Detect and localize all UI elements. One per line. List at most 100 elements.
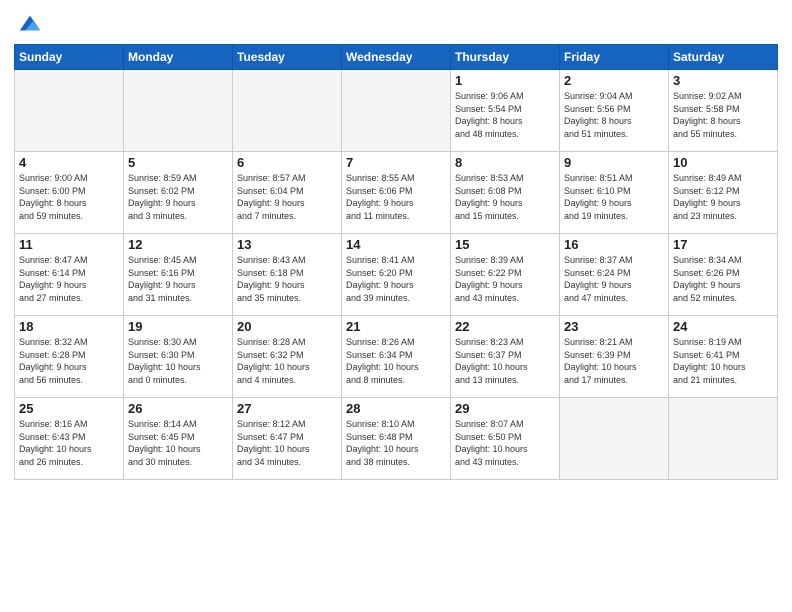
day-info: Sunrise: 8:34 AM Sunset: 6:26 PM Dayligh…	[673, 254, 773, 304]
day-number: 22	[455, 319, 555, 334]
header-row: SundayMondayTuesdayWednesdayThursdayFrid…	[15, 45, 778, 70]
day-cell: 19 Sunrise: 8:30 AM Sunset: 6:30 PM Dayli…	[124, 316, 233, 398]
day-info: Sunrise: 8:41 AM Sunset: 6:20 PM Dayligh…	[346, 254, 446, 304]
day-info: Sunrise: 8:32 AM Sunset: 6:28 PM Dayligh…	[19, 336, 119, 386]
day-cell: 27 Sunrise: 8:12 AM Sunset: 6:47 PM Dayli…	[233, 398, 342, 480]
day-cell: 13 Sunrise: 8:43 AM Sunset: 6:18 PM Dayli…	[233, 234, 342, 316]
day-info: Sunrise: 8:28 AM Sunset: 6:32 PM Dayligh…	[237, 336, 337, 386]
day-cell	[15, 70, 124, 152]
day-info: Sunrise: 8:39 AM Sunset: 6:22 PM Dayligh…	[455, 254, 555, 304]
day-info: Sunrise: 9:02 AM Sunset: 5:58 PM Dayligh…	[673, 90, 773, 140]
day-info: Sunrise: 8:16 AM Sunset: 6:43 PM Dayligh…	[19, 418, 119, 468]
day-cell: 16 Sunrise: 8:37 AM Sunset: 6:24 PM Dayli…	[560, 234, 669, 316]
day-info: Sunrise: 8:55 AM Sunset: 6:06 PM Dayligh…	[346, 172, 446, 222]
week-row-3: 11 Sunrise: 8:47 AM Sunset: 6:14 PM Dayli…	[15, 234, 778, 316]
calendar-table: SundayMondayTuesdayWednesdayThursdayFrid…	[14, 44, 778, 480]
day-number: 14	[346, 237, 446, 252]
day-info: Sunrise: 8:57 AM Sunset: 6:04 PM Dayligh…	[237, 172, 337, 222]
day-cell: 10 Sunrise: 8:49 AM Sunset: 6:12 PM Dayli…	[669, 152, 778, 234]
day-cell: 29 Sunrise: 8:07 AM Sunset: 6:50 PM Dayli…	[451, 398, 560, 480]
day-number: 6	[237, 155, 337, 170]
day-number: 1	[455, 73, 555, 88]
day-number: 26	[128, 401, 228, 416]
day-cell: 22 Sunrise: 8:23 AM Sunset: 6:37 PM Dayli…	[451, 316, 560, 398]
day-number: 5	[128, 155, 228, 170]
day-number: 28	[346, 401, 446, 416]
day-info: Sunrise: 8:43 AM Sunset: 6:18 PM Dayligh…	[237, 254, 337, 304]
day-number: 8	[455, 155, 555, 170]
day-number: 2	[564, 73, 664, 88]
day-cell: 9Sunrise: 8:51 AM Sunset: 6:10 PM Daylig…	[560, 152, 669, 234]
day-info: Sunrise: 8:45 AM Sunset: 6:16 PM Dayligh…	[128, 254, 228, 304]
day-number: 12	[128, 237, 228, 252]
day-number: 24	[673, 319, 773, 334]
logo-icon	[16, 10, 44, 38]
day-number: 13	[237, 237, 337, 252]
day-info: Sunrise: 8:23 AM Sunset: 6:37 PM Dayligh…	[455, 336, 555, 386]
day-number: 19	[128, 319, 228, 334]
day-cell: 26 Sunrise: 8:14 AM Sunset: 6:45 PM Dayli…	[124, 398, 233, 480]
day-number: 27	[237, 401, 337, 416]
day-info: Sunrise: 8:51 AM Sunset: 6:10 PM Dayligh…	[564, 172, 664, 222]
day-cell: 20 Sunrise: 8:28 AM Sunset: 6:32 PM Dayli…	[233, 316, 342, 398]
day-info: Sunrise: 8:30 AM Sunset: 6:30 PM Dayligh…	[128, 336, 228, 386]
col-header-tuesday: Tuesday	[233, 45, 342, 70]
col-header-thursday: Thursday	[451, 45, 560, 70]
day-info: Sunrise: 8:07 AM Sunset: 6:50 PM Dayligh…	[455, 418, 555, 468]
day-cell: 23 Sunrise: 8:21 AM Sunset: 6:39 PM Dayli…	[560, 316, 669, 398]
day-number: 15	[455, 237, 555, 252]
header	[14, 10, 778, 38]
day-cell: 7 Sunrise: 8:55 AM Sunset: 6:06 PM Daylig…	[342, 152, 451, 234]
week-row-1: 1 Sunrise: 9:06 AM Sunset: 5:54 PM Daylig…	[15, 70, 778, 152]
day-number: 23	[564, 319, 664, 334]
day-info: Sunrise: 8:19 AM Sunset: 6:41 PM Dayligh…	[673, 336, 773, 386]
day-cell: 1 Sunrise: 9:06 AM Sunset: 5:54 PM Daylig…	[451, 70, 560, 152]
day-cell: 24 Sunrise: 8:19 AM Sunset: 6:41 PM Dayli…	[669, 316, 778, 398]
day-cell: 18 Sunrise: 8:32 AM Sunset: 6:28 PM Dayli…	[15, 316, 124, 398]
day-cell: 11 Sunrise: 8:47 AM Sunset: 6:14 PM Dayli…	[15, 234, 124, 316]
day-cell: 25Sunrise: 8:16 AM Sunset: 6:43 PM Dayli…	[15, 398, 124, 480]
day-cell: 14 Sunrise: 8:41 AM Sunset: 6:20 PM Dayli…	[342, 234, 451, 316]
day-info: Sunrise: 8:47 AM Sunset: 6:14 PM Dayligh…	[19, 254, 119, 304]
day-cell: 2 Sunrise: 9:04 AM Sunset: 5:56 PM Daylig…	[560, 70, 669, 152]
day-number: 11	[19, 237, 119, 252]
day-cell	[560, 398, 669, 480]
col-header-sunday: Sunday	[15, 45, 124, 70]
day-info: Sunrise: 8:37 AM Sunset: 6:24 PM Dayligh…	[564, 254, 664, 304]
page: SundayMondayTuesdayWednesdayThursdayFrid…	[0, 0, 792, 612]
day-info: Sunrise: 8:26 AM Sunset: 6:34 PM Dayligh…	[346, 336, 446, 386]
day-cell	[669, 398, 778, 480]
day-cell: 5Sunrise: 8:59 AM Sunset: 6:02 PM Daylig…	[124, 152, 233, 234]
day-info: Sunrise: 8:21 AM Sunset: 6:39 PM Dayligh…	[564, 336, 664, 386]
col-header-wednesday: Wednesday	[342, 45, 451, 70]
col-header-saturday: Saturday	[669, 45, 778, 70]
week-row-2: 4Sunrise: 9:00 AM Sunset: 6:00 PM Daylig…	[15, 152, 778, 234]
day-cell: 8Sunrise: 8:53 AM Sunset: 6:08 PM Daylig…	[451, 152, 560, 234]
day-number: 16	[564, 237, 664, 252]
day-number: 20	[237, 319, 337, 334]
day-number: 4	[19, 155, 119, 170]
day-cell: 28 Sunrise: 8:10 AM Sunset: 6:48 PM Dayli…	[342, 398, 451, 480]
day-cell: 17Sunrise: 8:34 AM Sunset: 6:26 PM Dayli…	[669, 234, 778, 316]
day-number: 18	[19, 319, 119, 334]
day-cell	[342, 70, 451, 152]
day-cell: 12 Sunrise: 8:45 AM Sunset: 6:16 PM Dayli…	[124, 234, 233, 316]
day-number: 3	[673, 73, 773, 88]
week-row-4: 18 Sunrise: 8:32 AM Sunset: 6:28 PM Dayli…	[15, 316, 778, 398]
day-info: Sunrise: 8:10 AM Sunset: 6:48 PM Dayligh…	[346, 418, 446, 468]
day-cell	[124, 70, 233, 152]
day-cell: 4Sunrise: 9:00 AM Sunset: 6:00 PM Daylig…	[15, 152, 124, 234]
day-number: 10	[673, 155, 773, 170]
day-info: Sunrise: 9:04 AM Sunset: 5:56 PM Dayligh…	[564, 90, 664, 140]
week-row-5: 25Sunrise: 8:16 AM Sunset: 6:43 PM Dayli…	[15, 398, 778, 480]
day-cell: 6 Sunrise: 8:57 AM Sunset: 6:04 PM Daylig…	[233, 152, 342, 234]
col-header-monday: Monday	[124, 45, 233, 70]
day-number: 29	[455, 401, 555, 416]
day-number: 7	[346, 155, 446, 170]
day-info: Sunrise: 9:06 AM Sunset: 5:54 PM Dayligh…	[455, 90, 555, 140]
day-cell: 15 Sunrise: 8:39 AM Sunset: 6:22 PM Dayli…	[451, 234, 560, 316]
col-header-friday: Friday	[560, 45, 669, 70]
day-info: Sunrise: 8:14 AM Sunset: 6:45 PM Dayligh…	[128, 418, 228, 468]
day-info: Sunrise: 8:49 AM Sunset: 6:12 PM Dayligh…	[673, 172, 773, 222]
day-info: Sunrise: 8:12 AM Sunset: 6:47 PM Dayligh…	[237, 418, 337, 468]
